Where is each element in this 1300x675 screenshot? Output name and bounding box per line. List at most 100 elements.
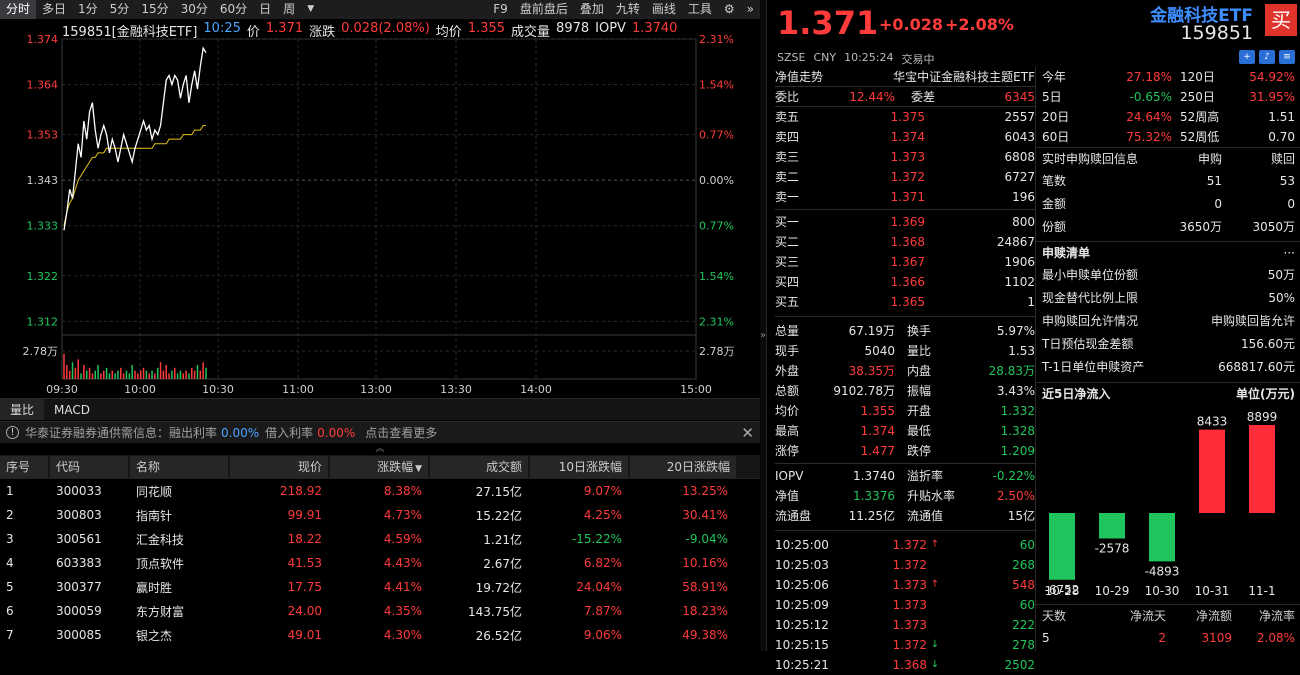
ask-level[interactable]: 卖五 1.375 2557 xyxy=(775,107,1035,127)
ask-price: 1.375 xyxy=(890,110,925,124)
flow-f-h2: 净流额 xyxy=(1195,609,1232,623)
bid-level[interactable]: 买三 1.367 1906 xyxy=(775,252,1035,272)
buy-button[interactable]: 买 xyxy=(1265,4,1297,36)
perf-row: 今年 27.18% 120日 54.92% xyxy=(1042,67,1295,87)
order-book: 净值走势 华宝中证金融科技主题ETF 委比 12.44% 委差 6345 卖五 1… xyxy=(775,67,1035,675)
stat-label: 外盘 xyxy=(775,364,800,378)
bid-level[interactable]: 买二 1.368 24867 xyxy=(775,232,1035,252)
table-row[interactable]: 3 300561 汇金科技 18.22 4.59% 1.21亿 -15.22% -9.04% xyxy=(0,527,760,551)
table-row[interactable]: 7 300085 银之杰 49.01 4.30% 26.52亿 9.06% 49.38% xyxy=(0,623,760,647)
tick-price: 1.372 xyxy=(892,558,927,572)
perf-value: 1.51 xyxy=(1268,110,1295,124)
flow-bar xyxy=(1049,513,1075,580)
stat-label: 现手 xyxy=(775,344,800,358)
stat-value: 1.3740 xyxy=(853,469,895,483)
tab-volume-ratio[interactable]: 量比 xyxy=(0,399,45,420)
close-icon[interactable]: ✕ xyxy=(741,424,754,442)
ask-level[interactable]: 卖一 1.371 196 xyxy=(775,187,1035,207)
table-row[interactable]: 6 300059 东方财富 24.00 4.35% 143.75亿 7.87% 18.23% xyxy=(0,599,760,623)
cell-amount: 27.15亿 xyxy=(475,484,522,499)
sg-rows: 笔数 51 53 金额 0 0 份额 3650万 3050万 xyxy=(1036,170,1300,239)
bell-icon[interactable]: ♪ xyxy=(1259,50,1275,64)
cell-change: 4.35% xyxy=(383,604,422,618)
tool-overlay[interactable]: 叠加 xyxy=(574,0,610,19)
cell-name: 汇金科技 xyxy=(136,532,185,547)
margin-notice[interactable]: ! 华泰证券融券通供需信息：融出利率 0.00% 借入利率 0.00% 点击查看… xyxy=(0,421,760,443)
tab-day[interactable]: 日 xyxy=(253,0,277,19)
sg-col-redeem: 赎回 xyxy=(1270,152,1295,166)
tab-30min[interactable]: 30分 xyxy=(175,0,214,19)
more-dropdown-icon[interactable]: ▼ xyxy=(301,0,320,19)
tab-5min[interactable]: 5分 xyxy=(104,0,136,19)
list-more-icon[interactable]: ··· xyxy=(1284,243,1295,263)
y-right-tick: 2.31% xyxy=(699,33,734,46)
notice-more-link[interactable]: 点击查看更多 xyxy=(365,424,437,441)
tab-15min[interactable]: 15分 xyxy=(135,0,174,19)
list-header[interactable]: 申赎清单 ··· xyxy=(1036,242,1300,264)
tab-macd[interactable]: MACD xyxy=(44,399,100,420)
col-change[interactable]: 涨跌幅 ▼ xyxy=(330,455,428,478)
col-amount[interactable]: 成交额 xyxy=(430,455,528,478)
perf-row: 5日 -0.65% 250日 31.95% xyxy=(1042,87,1295,107)
tick-price: 1.368 xyxy=(892,658,927,672)
bid-price: 1.367 xyxy=(890,255,925,269)
cell-20d: -9.04% xyxy=(685,532,728,546)
ask-label: 卖一 xyxy=(775,190,800,204)
col-20d[interactable]: 20日涨跌幅 xyxy=(630,455,736,478)
intraday-chart[interactable]: 159851[金融科技ETF] 10:25 价 1.371 涨跌 0.028(2… xyxy=(0,19,760,397)
expand-icon[interactable]: » xyxy=(741,0,760,19)
plus-icon[interactable]: + xyxy=(1239,50,1255,64)
tab-1min[interactable]: 1分 xyxy=(72,0,104,19)
tool-f9[interactable]: F9 xyxy=(487,0,514,19)
col-10d[interactable]: 10日涨跌幅 xyxy=(530,455,628,478)
ask-level[interactable]: 卖二 1.372 6727 xyxy=(775,167,1035,187)
ask-price: 1.372 xyxy=(890,170,925,184)
stat-row: 净值 1.3376 升贴水率 2.50% xyxy=(775,486,1035,506)
info-column: 今年 27.18% 120日 54.92% 5日 -0.65% 250日 31.95% 20日 2… xyxy=(1035,67,1300,651)
tool-prepost[interactable]: 盘前盘后 xyxy=(514,0,574,19)
perf-row: 60日 75.32% 52周低 0.70 xyxy=(1042,127,1295,147)
bid-level[interactable]: 买五 1.365 1 xyxy=(775,292,1035,312)
perf-row: 20日 24.64% 52周高 1.51 xyxy=(1042,107,1295,127)
bid-label: 买五 xyxy=(775,295,800,309)
stat-row: 涨停 1.477 跌停 1.209 xyxy=(775,441,1035,461)
col-index[interactable]: 序号 xyxy=(0,455,48,478)
tool-nine[interactable]: 九转 xyxy=(610,0,646,19)
quote-time: 10:25:24 xyxy=(844,51,894,64)
gear-icon[interactable]: ⚙ xyxy=(718,0,741,19)
flow-f-h0: 天数 xyxy=(1042,609,1067,623)
ask-level[interactable]: 卖四 1.374 6043 xyxy=(775,127,1035,147)
bid-level[interactable]: 买四 1.366 1102 xyxy=(775,272,1035,292)
tool-draw[interactable]: 画线 xyxy=(646,0,682,19)
bid-volume: 1 xyxy=(1027,295,1035,309)
quote-stats-2: IOPV 1.3740 溢折率 -0.22% 净值 1.3376 升贴水率 2.50% 流通盘 1… xyxy=(775,466,1035,526)
col-code[interactable]: 代码 xyxy=(50,455,128,478)
tick-row: 10:25:15 1.372 ↓ 278 xyxy=(775,635,1035,655)
ask-level[interactable]: 卖三 1.373 6808 xyxy=(775,147,1035,167)
tab-intraday[interactable]: 分时 xyxy=(0,0,37,19)
collapse-handle-icon[interactable]: ︽ xyxy=(0,444,760,454)
bid-volume: 800 xyxy=(1012,215,1035,229)
stat-label: 流通值 xyxy=(907,509,944,523)
tab-week[interactable]: 周 xyxy=(277,0,301,19)
tool-tools[interactable]: 工具 xyxy=(682,0,718,19)
bid-volume: 1102 xyxy=(1004,275,1035,289)
y-right-tick: 0.00% xyxy=(699,174,734,187)
table-row[interactable]: 1 300033 同花顺 218.92 8.38% 27.15亿 9.07% 13.25% xyxy=(0,479,760,503)
nav-trend-row[interactable]: 净值走势 华宝中证金融科技主题ETF xyxy=(775,67,1035,87)
constituents-table: 序号 代码 名称 现价 涨跌幅 ▼ 成交额 10日涨跌幅 20日涨跌幅 1 3000… xyxy=(0,455,760,647)
tab-60min[interactable]: 60分 xyxy=(214,0,253,19)
flow-f-v3: 2.08% xyxy=(1256,631,1295,645)
table-row[interactable]: 4 603383 顶点软件 41.53 4.43% 2.67亿 6.82% 10.16% xyxy=(0,551,760,575)
stat-label: 溢折率 xyxy=(907,469,944,483)
tab-multiday[interactable]: 多日 xyxy=(36,0,72,19)
flow-f-v0: 5 xyxy=(1042,631,1050,645)
stat-label: 振幅 xyxy=(907,384,932,398)
bid-level[interactable]: 买一 1.369 800 xyxy=(775,212,1035,232)
menu-icon[interactable]: ≡ xyxy=(1279,50,1295,64)
col-name[interactable]: 名称 xyxy=(130,455,228,478)
info-icon: ! xyxy=(6,426,19,439)
col-price[interactable]: 现价 xyxy=(230,455,328,478)
table-row[interactable]: 2 300803 指南针 99.91 4.73% 15.22亿 4.25% 30.41% xyxy=(0,503,760,527)
table-row[interactable]: 5 300377 赢时胜 17.75 4.41% 19.72亿 24.04% 58.91% xyxy=(0,575,760,599)
